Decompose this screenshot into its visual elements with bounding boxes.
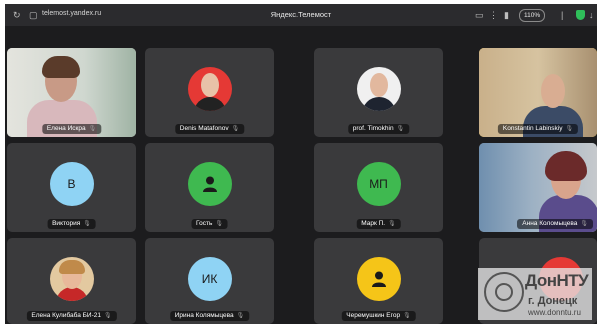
extension-icon[interactable]: ⋮ bbox=[489, 9, 498, 21]
participant-name-label: Denis Matafonov 🎙 bbox=[174, 124, 245, 134]
initials: ИК bbox=[201, 272, 218, 286]
browser-toolbar: ↻ ▢ telemost.yandex.ru Яндекс.Телемост ▭… bbox=[5, 4, 597, 26]
mic-muted-icon: 🎙 bbox=[396, 126, 405, 132]
shield-icon[interactable] bbox=[576, 10, 585, 20]
person-body bbox=[55, 287, 88, 301]
mic-muted-icon: 🎙 bbox=[236, 313, 245, 319]
participant-tile-active-speaker[interactable]: Konstantin Labinskiy 🎙 bbox=[479, 48, 597, 137]
participant-tile[interactable]: В Виктория 🎙 bbox=[7, 143, 136, 232]
participant-name-label: Черемушкин Егор 🎙 bbox=[341, 311, 416, 321]
participant-tile[interactable]: ИК Ирина Колямыцева 🎙 bbox=[145, 238, 274, 324]
mic-muted-icon: 🎙 bbox=[565, 126, 574, 132]
avatar bbox=[49, 257, 94, 301]
participant-name: prof. Timokhin bbox=[352, 125, 394, 132]
university-seal bbox=[484, 272, 524, 312]
person-head bbox=[541, 74, 565, 108]
participant-name: Марк П. bbox=[361, 220, 386, 227]
mic-muted-icon: 🎙 bbox=[403, 313, 411, 319]
participant-name: Гость bbox=[196, 220, 213, 227]
participant-tile[interactable]: Елена Кулибаба БИ-21 🎙 bbox=[7, 238, 136, 324]
watermark-city: г. Донецк bbox=[528, 295, 578, 307]
initials: В bbox=[67, 177, 76, 191]
cast-icon[interactable]: ▭ bbox=[475, 9, 484, 21]
participant-name-label: Анна Коломыцева 🎙 bbox=[517, 219, 593, 229]
participant-name-label: Гость 🎙 bbox=[191, 219, 228, 229]
participant-name: Елена Искра bbox=[46, 125, 86, 132]
participant-name: Ирина Колямыцева bbox=[174, 312, 234, 319]
mic-muted-icon: 🎙 bbox=[103, 313, 112, 319]
participant-tile[interactable]: Denis Matafonov 🎙 bbox=[145, 48, 274, 137]
person-body bbox=[361, 97, 396, 111]
participant-name: Елена Кулибаба БИ-21 bbox=[31, 312, 101, 319]
participant-tile[interactable]: МП Марк П. 🎙 bbox=[314, 143, 443, 232]
mic-muted-icon: 🎙 bbox=[83, 221, 91, 227]
participant-tile[interactable]: prof. Timokhin 🎙 bbox=[314, 48, 443, 137]
bookmark-icon[interactable]: ▮ bbox=[504, 9, 509, 21]
zoom-indicator[interactable]: 110% bbox=[519, 9, 546, 22]
participant-name: Виктория bbox=[52, 220, 81, 227]
person-hair bbox=[58, 260, 85, 274]
participant-name: Konstantin Labinskiy bbox=[502, 125, 563, 132]
participant-name: Denis Matafonov bbox=[179, 125, 229, 132]
mic-muted-icon: 🎙 bbox=[215, 221, 223, 227]
participant-name-label: Konstantin Labinskiy 🎙 bbox=[497, 124, 579, 134]
participant-name: Анна Коломыцева bbox=[522, 220, 578, 227]
avatar bbox=[356, 67, 401, 111]
person-hair bbox=[42, 56, 80, 78]
mic-muted-icon: 🎙 bbox=[231, 126, 240, 132]
participant-name-label: Ирина Колямыцева 🎙 bbox=[169, 311, 250, 321]
initials: МП bbox=[369, 177, 388, 191]
avatar-initials: ИК bbox=[187, 257, 232, 301]
participant-tile[interactable]: Черемушкин Егор 🎙 bbox=[314, 238, 443, 324]
divider-icon: | bbox=[561, 10, 564, 20]
person-body bbox=[193, 97, 226, 111]
participant-name: Черемушкин Егор bbox=[346, 312, 401, 319]
user-icon bbox=[371, 271, 386, 287]
participant-tile[interactable]: Елена Искра 🎙 bbox=[7, 48, 136, 137]
participant-name-label: Елена Искра 🎙 bbox=[41, 124, 102, 134]
watermark-url: www.donntu.ru bbox=[528, 308, 581, 317]
participant-name-label: Марк П. 🎙 bbox=[356, 219, 401, 229]
person-head bbox=[369, 73, 388, 97]
participant-tile[interactable]: Анна Коломыцева 🎙 bbox=[479, 143, 597, 232]
mic-muted-icon: 🎙 bbox=[388, 221, 396, 227]
participant-name-label: Елена Кулибаба БИ-21 🎙 bbox=[26, 311, 117, 321]
person-head bbox=[200, 73, 219, 97]
avatar bbox=[187, 67, 232, 111]
avatar-initials: В bbox=[49, 162, 94, 206]
participant-name-label: prof. Timokhin 🎙 bbox=[347, 124, 410, 134]
watermark-title: ДонНТУ bbox=[525, 271, 589, 290]
avatar-icon bbox=[187, 162, 232, 206]
avatar-icon bbox=[356, 257, 401, 301]
mic-muted-icon: 🎙 bbox=[580, 221, 588, 227]
watermark: ДонНТУ г. Донецк www.donntu.ru bbox=[478, 268, 592, 320]
download-icon[interactable]: ↓ bbox=[589, 9, 594, 21]
user-icon bbox=[202, 176, 217, 192]
participant-tile[interactable]: Гость 🎙 bbox=[145, 143, 274, 232]
mic-muted-icon: 🎙 bbox=[88, 126, 97, 132]
avatar-initials: МП bbox=[356, 162, 401, 206]
participant-name-label: Виктория 🎙 bbox=[47, 219, 96, 229]
